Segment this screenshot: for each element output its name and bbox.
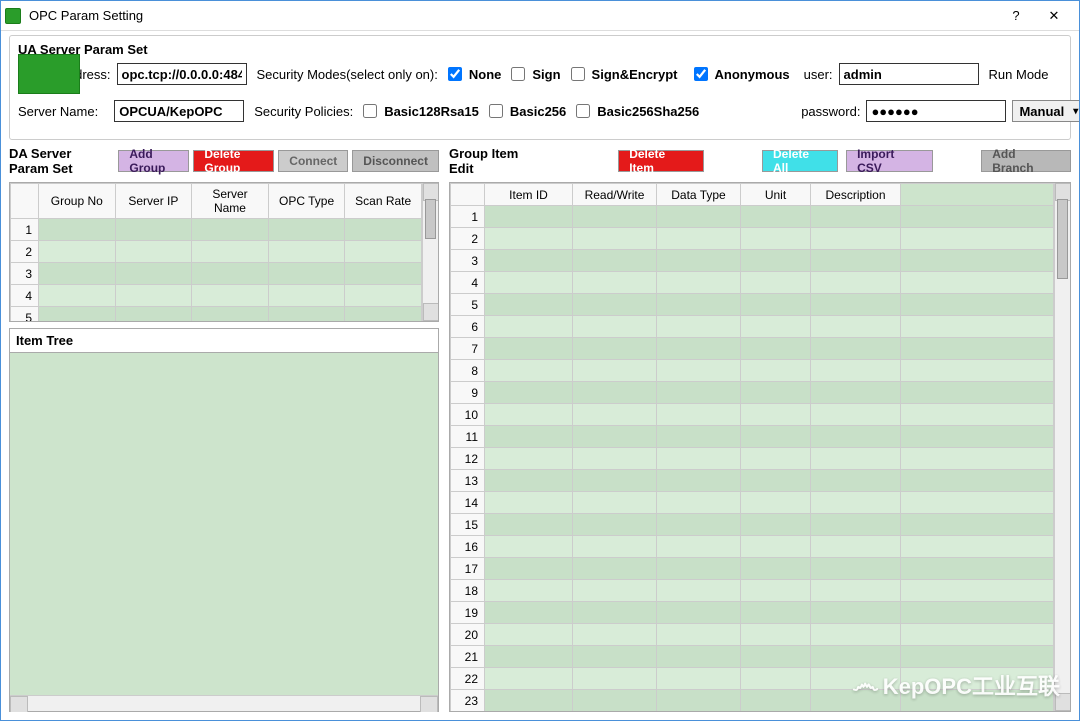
user-input[interactable]	[839, 63, 979, 85]
item-vscroll[interactable]	[1054, 183, 1070, 711]
app-icon	[5, 8, 21, 24]
run-mode-label: Run Mode	[989, 67, 1049, 82]
table-row[interactable]: 1	[451, 206, 1054, 228]
mode-signencrypt-option[interactable]: Sign&Encrypt	[567, 64, 678, 84]
import-csv-button[interactable]: Import CSV	[846, 150, 933, 172]
mode-signencrypt-checkbox[interactable]	[571, 67, 585, 81]
connect-button[interactable]: Connect	[278, 150, 348, 172]
table-row[interactable]: 21	[451, 646, 1054, 668]
da-col-header: Server Name	[192, 184, 269, 219]
user-label: user:	[804, 67, 833, 82]
security-policies-label: Security Policies:	[254, 104, 353, 119]
mode-none-option[interactable]: None	[444, 64, 502, 84]
table-row[interactable]: 20	[451, 624, 1054, 646]
mode-none-checkbox[interactable]	[448, 67, 462, 81]
save-button-placeholder	[18, 54, 80, 94]
policy-basic256sha-checkbox[interactable]	[576, 104, 590, 118]
table-row[interactable]: 12	[451, 448, 1054, 470]
item-tree: Item Tree	[9, 328, 439, 712]
policy-basic128-checkbox[interactable]	[363, 104, 377, 118]
item-col-header: Data Type	[657, 184, 741, 206]
titlebar: OPC Param Setting ? ✕	[1, 1, 1079, 31]
table-row[interactable]: 22	[451, 668, 1054, 690]
run-mode-select[interactable]: Manual	[1012, 100, 1079, 122]
table-row[interactable]: 13	[451, 470, 1054, 492]
server-address-input[interactable]	[117, 63, 247, 85]
anonymous-option[interactable]: Anonymous	[690, 64, 790, 84]
item-col-header: Unit	[741, 184, 811, 206]
add-group-button[interactable]: Add Group	[118, 150, 189, 172]
ua-group-title: UA Server Param Set	[18, 42, 1062, 57]
table-row[interactable]: 3	[451, 250, 1054, 272]
da-col-header: Group No	[39, 184, 116, 219]
delete-item-button[interactable]: Delete Item	[618, 150, 704, 172]
table-row[interactable]: 14	[451, 492, 1054, 514]
da-col-header: Server IP	[115, 184, 192, 219]
help-button[interactable]: ?	[1003, 6, 1029, 26]
table-row[interactable]: 10	[451, 404, 1054, 426]
close-button[interactable]: ✕	[1041, 6, 1067, 26]
da-col-header: Scan Rate	[345, 184, 422, 219]
security-modes-label: Security Modes(select only on):	[257, 67, 438, 82]
password-input[interactable]	[866, 100, 1006, 122]
table-row[interactable]: 15	[451, 514, 1054, 536]
password-label: password:	[801, 104, 860, 119]
item-tree-title: Item Tree	[10, 329, 438, 353]
table-row[interactable]: 1	[11, 219, 422, 241]
policy-basic256sha-option[interactable]: Basic256Sha256	[572, 101, 699, 121]
table-row[interactable]: 3	[11, 263, 422, 285]
window-title: OPC Param Setting	[29, 8, 1003, 23]
mode-sign-option[interactable]: Sign	[507, 64, 560, 84]
policy-basic256-checkbox[interactable]	[489, 104, 503, 118]
table-row[interactable]: 7	[451, 338, 1054, 360]
item-title: Group Item Edit	[449, 146, 546, 176]
item-col-header: Read/Write	[573, 184, 657, 206]
server-name-label: Server Name:	[18, 104, 98, 119]
table-row[interactable]: 5	[451, 294, 1054, 316]
anonymous-checkbox[interactable]	[694, 67, 708, 81]
da-col-header: OPC Type	[268, 184, 345, 219]
item-tree-body[interactable]	[10, 353, 438, 695]
table-row[interactable]: 16	[451, 536, 1054, 558]
table-row[interactable]: 4	[451, 272, 1054, 294]
da-title: DA Server Param Set	[9, 146, 110, 176]
table-row[interactable]: 11	[451, 426, 1054, 448]
item-col-header: Description	[811, 184, 901, 206]
server-name-input[interactable]	[114, 100, 244, 122]
delete-all-button[interactable]: Delete All	[762, 150, 838, 172]
policy-basic128-option[interactable]: Basic128Rsa15	[359, 101, 479, 121]
item-tree-hscroll[interactable]	[10, 695, 438, 711]
table-row[interactable]: 8	[451, 360, 1054, 382]
table-row[interactable]: 18	[451, 580, 1054, 602]
table-row[interactable]: 6	[451, 316, 1054, 338]
table-row[interactable]: 23	[451, 690, 1054, 712]
table-row[interactable]: 2	[11, 241, 422, 263]
item-button-row: Group Item Edit Delete Item Delete All I…	[449, 146, 1071, 176]
add-branch-button[interactable]: Add Branch	[981, 150, 1071, 172]
table-row[interactable]: 4	[11, 285, 422, 307]
table-row[interactable]: 5	[11, 307, 422, 322]
da-vscroll[interactable]	[422, 183, 438, 321]
ua-server-group: UA Server Param Set Server Address: Secu…	[9, 35, 1071, 140]
policy-basic256-option[interactable]: Basic256	[485, 101, 566, 121]
da-button-row: DA Server Param Set Add Group Delete Gro…	[9, 146, 439, 176]
item-table: Item IDRead/WriteData TypeUnitDescriptio…	[449, 182, 1071, 712]
mode-sign-checkbox[interactable]	[511, 67, 525, 81]
delete-group-button[interactable]: Delete Group	[193, 150, 274, 172]
table-row[interactable]: 19	[451, 602, 1054, 624]
table-row[interactable]: 9	[451, 382, 1054, 404]
item-col-header: Item ID	[485, 184, 573, 206]
table-row[interactable]: 17	[451, 558, 1054, 580]
da-table: Group NoServer IPServer NameOPC TypeScan…	[9, 182, 439, 322]
opc-param-window: OPC Param Setting ? ✕ UA Server Param Se…	[0, 0, 1080, 721]
table-row[interactable]: 2	[451, 228, 1054, 250]
disconnect-button[interactable]: Disconnect	[352, 150, 439, 172]
